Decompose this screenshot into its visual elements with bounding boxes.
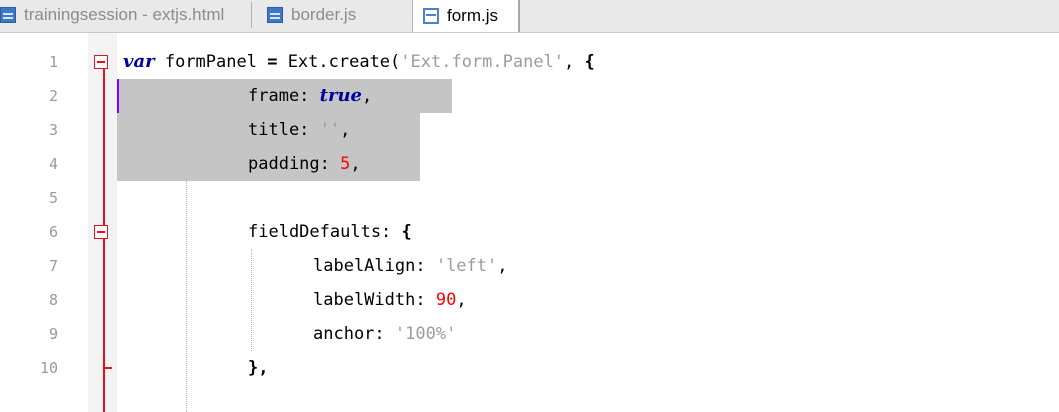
code-token: labelAlign: [313,256,436,276]
line-number-gutter: 1 2 3 4 5 6 7 8 9 10 [0,33,88,412]
code-token: title: [248,120,320,140]
file-icon [0,7,16,23]
keyword-token: true [319,85,362,106]
line-number: 7 [48,257,58,275]
code-line-10: }, [248,358,269,378]
code-token: , [497,256,508,276]
keyword-token: var [123,51,155,72]
code-token: , [362,86,373,106]
code-token: , [456,290,467,310]
tab-separator [251,2,252,28]
string-token: '100%' [394,324,457,344]
fold-collapse-icon[interactable] [94,225,108,239]
line-number: 4 [48,155,58,173]
code-line-3: title: '', [248,113,350,147]
code-line-6: fieldDefaults: { [248,215,412,249]
brace-token: { [401,222,412,242]
code-token: labelWidth: [313,290,436,310]
line-number: 2 [48,87,58,105]
tab-label: trainingsession - extjs.html [24,5,225,24]
code-line-2: frame: true, [248,79,372,113]
line-number: 5 [48,189,58,207]
code-editor[interactable]: 1 2 3 4 5 6 7 8 9 10 var formPanel = Ext… [0,33,1059,412]
line-number: 1 [48,53,58,71]
tab-label: border.js [291,5,357,24]
tab-form-js[interactable]: form.js [412,0,520,32]
code-token: fieldDefaults: [248,222,402,242]
file-icon [423,8,439,24]
string-token: 'left' [435,256,498,276]
code-line-7: labelAlign: 'left', [313,249,508,283]
code-line-8: labelWidth: 90, [313,283,467,317]
code-token: padding: [248,154,341,174]
line-number: 6 [48,223,58,241]
code-token: Ext.create( [277,52,401,72]
tab-trainingsession[interactable]: trainingsession - extjs.html [0,0,252,30]
line-number: 9 [48,325,58,343]
file-icon [267,7,283,23]
brace-token: { [584,52,595,72]
code-token: frame: [248,86,320,106]
code-line-1: var formPanel = Ext.create('Ext.form.Pan… [123,45,595,79]
code-token: formPanel [154,52,268,72]
tab-bar: trainingsession - extjs.html border.js f… [0,0,1059,33]
tab-label: form.js [447,6,498,25]
line-number: 3 [48,121,58,139]
text-caret [117,79,119,113]
code-line-9: anchor: '100%' [313,317,456,351]
code-token: , [340,120,351,140]
indent-guide [186,181,187,412]
code-line-4: padding: 5, [248,147,361,181]
code-token: anchor: [313,324,395,344]
code-token: , [350,154,361,174]
operator-token: = [267,52,278,72]
number-token: 5 [340,154,351,174]
fold-range-line [103,69,105,412]
fold-collapse-icon[interactable] [94,55,108,69]
fold-end-marker [103,367,112,369]
string-token: 'Ext.form.Panel' [400,52,565,72]
tab-border-js[interactable]: border.js [258,0,410,30]
code-token: , [564,52,585,72]
number-token: 90 [435,290,457,310]
line-number: 8 [48,291,58,309]
line-number: 10 [39,359,58,377]
string-token: '' [319,120,341,140]
indent-guide [251,249,252,351]
